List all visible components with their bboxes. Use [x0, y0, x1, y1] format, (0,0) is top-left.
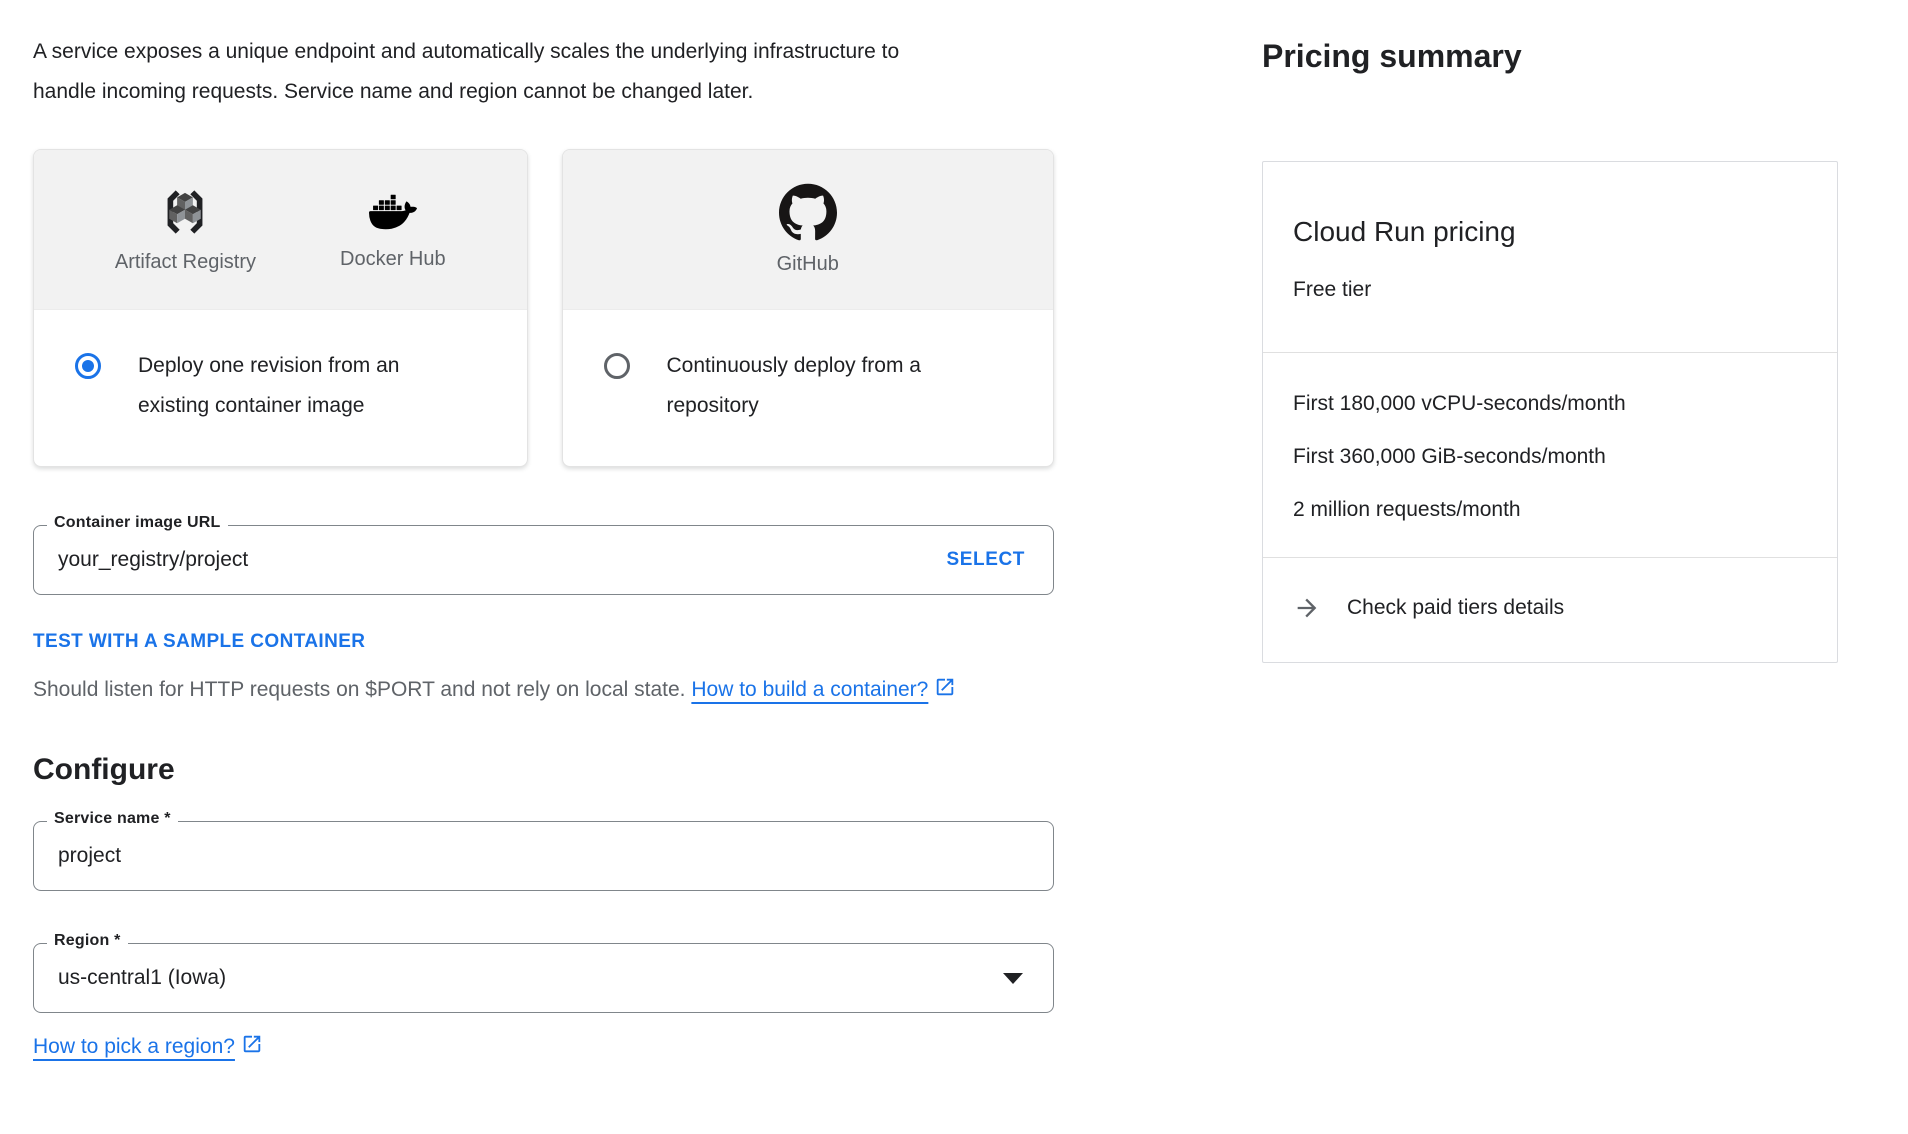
provider-label-docker-hub: Docker Hub: [340, 248, 446, 271]
card-deploy-container-image[interactable]: Artifact Registry Docker Hub Deploy one …: [33, 149, 528, 467]
dropdown-caret-icon[interactable]: [1003, 973, 1023, 984]
arrow-forward-icon: [1293, 594, 1321, 622]
card-container-image-body: Deploy one revision from an existing con…: [34, 310, 527, 466]
github-icon: [779, 183, 837, 241]
container-helper-text: Should listen for HTTP requests on $PORT…: [33, 671, 993, 709]
how-to-pick-region-link[interactable]: How to pick a region?: [33, 1035, 263, 1058]
cloud-run-create-service-page: A service exposes a unique endpoint and …: [0, 0, 1908, 1134]
container-image-url-label: Container image URL: [47, 514, 228, 532]
service-name-field: Service name *: [33, 821, 1054, 891]
check-paid-tiers-label: Check paid tiers details: [1347, 596, 1564, 620]
test-sample-container-link[interactable]: TEST WITH A SAMPLE CONTAINER: [33, 631, 365, 653]
card-repository-body: Continuously deploy from a repository: [563, 310, 1054, 466]
service-form-column: A service exposes a unique endpoint and …: [33, 32, 1054, 1059]
container-image-url-field: Container image URL SELECT: [33, 525, 1054, 595]
helper-text: Should listen for HTTP requests on $PORT…: [33, 678, 686, 701]
pricing-summary-heading: Pricing summary: [1262, 38, 1842, 75]
radio-continuously-deploy[interactable]: [604, 353, 630, 379]
docker-icon: [362, 188, 424, 236]
free-tier-item: First 180,000 vCPU-seconds/month: [1293, 391, 1807, 417]
region-field[interactable]: Region *: [33, 943, 1054, 1013]
pricing-column: Pricing summary Cloud Run pricing Free t…: [1262, 38, 1842, 663]
provider-github: GitHub: [777, 183, 839, 276]
pricing-card-header: Cloud Run pricing Free tier: [1263, 162, 1837, 352]
service-name-label: Service name *: [47, 810, 178, 828]
pricing-card-subtitle: Free tier: [1293, 278, 1807, 302]
free-tier-item: First 360,000 GiB-seconds/month: [1293, 444, 1807, 470]
provider-label-artifact-registry: Artifact Registry: [115, 251, 256, 274]
region-label: Region *: [47, 932, 128, 950]
free-tier-item: 2 million requests/month: [1293, 497, 1807, 523]
provider-label-github: GitHub: [777, 253, 839, 276]
pricing-card-title: Cloud Run pricing: [1293, 216, 1807, 248]
configure-heading: Configure: [33, 753, 1054, 787]
pricing-card: Cloud Run pricing Free tier First 180,00…: [1262, 161, 1838, 663]
deployment-source-cards: Artifact Registry Docker Hub Deploy one …: [33, 149, 1054, 467]
free-tier-items: First 180,000 vCPU-seconds/month First 3…: [1263, 353, 1837, 557]
card-container-image-header: Artifact Registry Docker Hub: [34, 150, 527, 310]
card-repository-header: GitHub: [563, 150, 1054, 310]
select-image-button[interactable]: SELECT: [942, 543, 1029, 577]
radio-deploy-one-revision[interactable]: [75, 353, 101, 379]
region-select-input[interactable]: [58, 966, 1003, 990]
check-paid-tiers-link[interactable]: Check paid tiers details: [1263, 558, 1837, 662]
provider-docker-hub: Docker Hub: [340, 188, 446, 271]
provider-artifact-registry: Artifact Registry: [115, 185, 256, 274]
radio-label-continuously-deploy[interactable]: Continuously deploy from a repository: [667, 346, 997, 426]
service-name-input[interactable]: [58, 844, 1029, 868]
region-help-row: How to pick a region?: [33, 1033, 1054, 1059]
artifact-registry-icon: [156, 185, 214, 239]
container-image-url-input[interactable]: [58, 548, 942, 572]
open-in-new-icon: [241, 1033, 263, 1055]
service-description: A service exposes a unique endpoint and …: [33, 32, 948, 112]
radio-label-deploy-one-revision[interactable]: Deploy one revision from an existing con…: [138, 346, 468, 426]
how-to-build-container-link[interactable]: How to build a container?: [691, 678, 956, 701]
card-deploy-repository[interactable]: GitHub Continuously deploy from a reposi…: [562, 149, 1055, 467]
open-in-new-icon: [934, 676, 956, 698]
